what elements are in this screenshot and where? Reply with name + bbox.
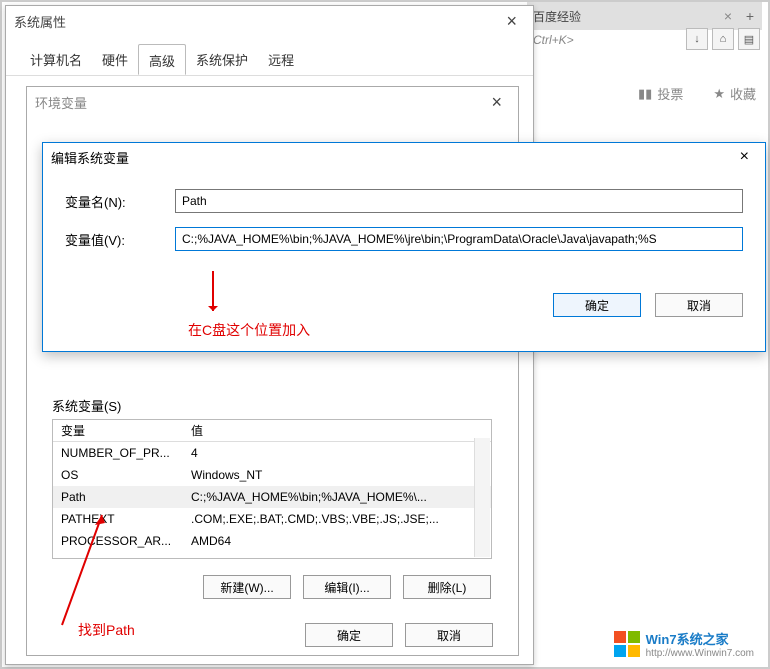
variable-name-label: 变量名(N): [65, 192, 175, 211]
vote-button[interactable]: ▮▮ 投票 [638, 84, 683, 103]
variable-value-label: 变量值(V): [65, 230, 175, 249]
delete-button[interactable]: 删除(L) [403, 575, 491, 599]
browser-tab[interactable]: 百度经验 × [527, 2, 738, 30]
library-icon[interactable]: ▤ [738, 28, 760, 50]
variable-value-input[interactable] [175, 227, 743, 251]
sysprops-tabs: 计算机名 硬件 高级 系统保护 远程 [6, 36, 533, 76]
table-row[interactable]: PATHEXT .COM;.EXE;.BAT;.CMD;.VBS;.VBE;.J… [53, 508, 491, 530]
tab-system-protection[interactable]: 系统保护 [186, 44, 258, 75]
cancel-button[interactable]: 取消 [405, 623, 493, 647]
close-icon[interactable]: × [498, 11, 525, 32]
tab-computer-name[interactable]: 计算机名 [20, 44, 92, 75]
tab-hardware[interactable]: 硬件 [92, 44, 138, 75]
titlebar[interactable]: 系统属性 × [6, 6, 533, 36]
editdlg-title: 编辑系统变量 [51, 148, 129, 167]
edit-system-variable-dialog: 编辑系统变量 × 变量名(N): 变量值(V): 确定 取消 [42, 142, 766, 352]
table-row[interactable]: PROCESSOR_AR... AMD64 [53, 530, 491, 552]
cancel-button[interactable]: 取消 [655, 293, 743, 317]
col-variable[interactable]: 变量 [53, 422, 183, 439]
watermark: Win7系统之家 http://www.Winwin7.com [614, 629, 754, 659]
editdlg-titlebar[interactable]: 编辑系统变量 × [43, 143, 765, 171]
envvars-title: 环境变量 [35, 93, 87, 112]
browser-tab-title: 百度经验 [533, 8, 581, 25]
windows-logo-icon [614, 631, 640, 657]
table-row[interactable]: OS Windows_NT [53, 464, 491, 486]
chart-icon: ▮▮ [638, 86, 652, 102]
envvars-titlebar[interactable]: 环境变量 × [27, 87, 518, 117]
system-variables-label: 系统变量(S) [52, 396, 121, 415]
ok-button[interactable]: 确定 [553, 293, 641, 317]
page-actions: ▮▮ 投票 ★ 收藏 [638, 84, 756, 103]
table-header: 变量 值 [53, 420, 491, 442]
ok-button[interactable]: 确定 [305, 623, 393, 647]
close-tab-icon[interactable]: × [724, 8, 732, 24]
home-icon[interactable]: ⌂ [712, 28, 734, 50]
close-icon[interactable]: × [483, 92, 510, 113]
table-row[interactable]: NUMBER_OF_PR... 4 [53, 442, 491, 464]
table-row[interactable]: Path C:;%JAVA_HOME%\bin;%JAVA_HOME%\... [53, 486, 491, 508]
favorite-button[interactable]: ★ 收藏 [713, 84, 756, 103]
variable-name-input[interactable] [175, 189, 743, 213]
tab-advanced[interactable]: 高级 [138, 44, 186, 75]
watermark-brand: Win7系统之家 [646, 632, 729, 647]
new-button[interactable]: 新建(W)... [203, 575, 291, 599]
tab-remote[interactable]: 远程 [258, 44, 304, 75]
scrollbar[interactable] [474, 438, 490, 557]
close-icon[interactable]: × [732, 148, 757, 166]
watermark-url: http://www.Winwin7.com [646, 648, 754, 659]
edit-button[interactable]: 编辑(I)... [303, 575, 391, 599]
new-tab-button[interactable]: + [738, 2, 762, 30]
col-value[interactable]: 值 [183, 422, 491, 439]
system-variables-table[interactable]: 变量 值 NUMBER_OF_PR... 4 OS Windows_NT Pat… [52, 419, 492, 559]
download-icon[interactable]: ↓ [686, 28, 708, 50]
window-title: 系统属性 [14, 12, 66, 31]
star-icon: ★ [713, 86, 725, 102]
